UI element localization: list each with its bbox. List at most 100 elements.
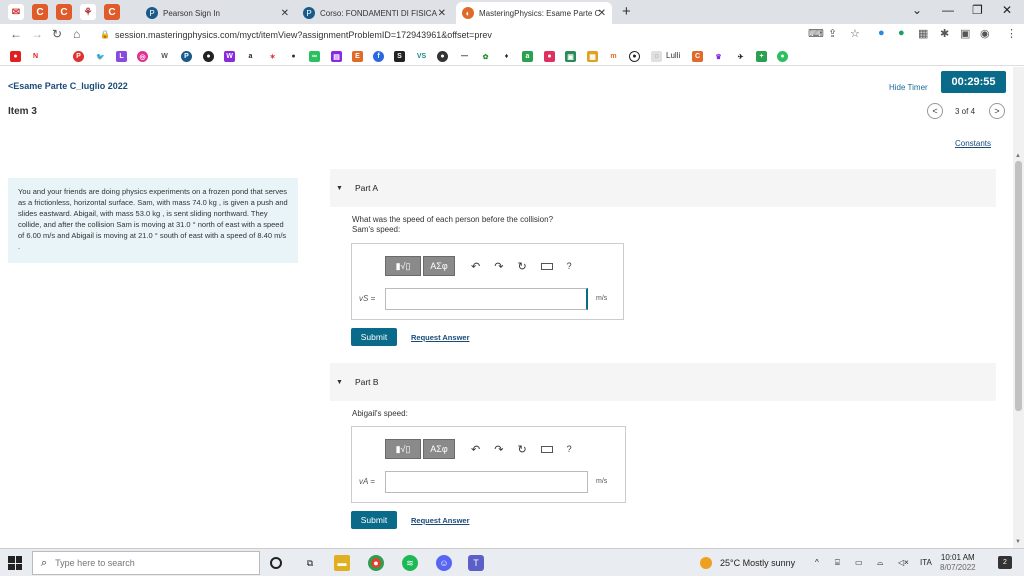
chrome-icon[interactable]: ● <box>368 555 384 571</box>
restore-icon[interactable]: ❐ <box>972 3 983 17</box>
bookmark-icon[interactable]: ♛ <box>713 51 724 62</box>
bookmark-icon[interactable]: ▣ <box>565 51 576 62</box>
bookmark-icon[interactable]: ● <box>629 51 640 62</box>
bookmark-icon[interactable]: ● <box>10 51 21 62</box>
hide-timer-link[interactable]: Hide Timer <box>889 83 928 92</box>
constants-link[interactable]: Constants <box>955 139 991 148</box>
tab-icon-c3[interactable]: C <box>104 4 120 20</box>
bookmark-icon[interactable]: ▤ <box>331 51 342 62</box>
volume-icon[interactable]: ◁× <box>898 558 909 567</box>
templates-button[interactable]: ▮√▯ <box>385 439 421 459</box>
tab-corso-fisica[interactable]: P Corso: FONDAMENTI DI FISICA ✕ <box>297 2 452 24</box>
part-a-request-answer-link[interactable]: Request Answer <box>411 333 470 342</box>
weather-widget[interactable]: 25°C Mostly sunny <box>700 557 795 569</box>
notification-icon[interactable]: 2 <box>998 556 1012 569</box>
bookmark-icon[interactable]: ● <box>203 51 214 62</box>
bookmark-icon[interactable]: ♦ <box>501 51 512 62</box>
scroll-down-icon[interactable]: ▼ <box>1015 539 1021 545</box>
spotify-icon[interactable]: ≋ <box>402 555 418 571</box>
bookmark-icon[interactable]: L <box>116 51 127 62</box>
part-b-header[interactable]: ▼ Part B <box>330 363 996 401</box>
close-icon[interactable]: ✕ <box>598 8 606 19</box>
url-field[interactable]: 🔒 session.masteringphysics.com/myct/item… <box>100 26 860 43</box>
reset-icon[interactable]: ↻ <box>517 443 526 456</box>
bookmark-icon[interactable]: P <box>181 51 192 62</box>
redo-icon[interactable]: ↷ <box>494 260 503 273</box>
scroll-up-icon[interactable]: ▲ <box>1015 153 1021 159</box>
symbols-button[interactable]: ΑΣφ <box>423 439 455 459</box>
part-a-submit-button[interactable]: Submit <box>351 328 397 346</box>
bookmark-icon[interactable]: ✈ <box>735 51 746 62</box>
cortana-icon[interactable] <box>270 557 282 569</box>
tab-icon-3[interactable]: ⚘ <box>80 4 96 20</box>
bookmark-icon[interactable]: C <box>692 51 703 62</box>
bookmark-icon[interactable]: ✶ <box>267 51 278 62</box>
windows-start-icon[interactable] <box>8 556 22 570</box>
bookmark-star-icon[interactable]: ☆ <box>850 27 860 40</box>
bookmark-icon[interactable]: P <box>73 51 84 62</box>
bookmark-icon[interactable]: ● <box>288 51 299 62</box>
part-b-submit-button[interactable]: Submit <box>351 511 397 529</box>
bookmark-icon[interactable]: VS <box>416 51 427 62</box>
bookmark-icon[interactable]: W <box>159 51 170 62</box>
teams-icon[interactable]: T <box>468 555 484 571</box>
symbols-button[interactable]: ΑΣφ <box>423 256 455 276</box>
undo-icon[interactable]: ↶ <box>471 443 480 456</box>
part-a-header[interactable]: ▼ Part A <box>330 169 996 207</box>
profile-avatar-icon[interactable]: ◉ <box>980 27 990 40</box>
network-icon[interactable]: ⌸ <box>835 558 840 568</box>
bookmark-icon[interactable]: ▦ <box>587 51 598 62</box>
sidebar-icon[interactable]: ▣ <box>960 27 970 40</box>
part-a-answer-input[interactable] <box>385 288 588 310</box>
extensions-puzzle-icon[interactable]: ✱ <box>940 27 949 40</box>
forward-icon[interactable]: → <box>31 27 43 41</box>
bookmark-icon[interactable]: ∞ <box>309 51 320 62</box>
task-view-icon[interactable]: ⧉ <box>302 555 318 571</box>
bookmark-icon[interactable]: ● <box>437 51 448 62</box>
reload-icon[interactable]: ↻ <box>52 27 62 41</box>
bookmark-icon[interactable]: ● <box>544 51 555 62</box>
tab-icon-c2[interactable]: C <box>56 4 72 20</box>
bookmark-icon[interactable]: m <box>608 51 619 62</box>
page-scrollbar[interactable]: ▲ ▼ <box>1013 67 1024 548</box>
tab-search-icon[interactable]: ⌄ <box>912 3 922 17</box>
battery-icon[interactable]: ▭ <box>855 558 863 567</box>
gmail-icon[interactable]: ✉ <box>8 4 24 20</box>
bookmark-icon[interactable]: — <box>459 51 470 62</box>
new-tab-icon[interactable]: + <box>622 3 631 20</box>
prev-item-button[interactable]: < <box>927 103 943 119</box>
language-indicator[interactable]: ITA <box>920 558 932 567</box>
share-icon[interactable]: ⇪ <box>828 27 837 40</box>
file-explorer-icon[interactable]: ▬ <box>334 555 350 571</box>
help-icon[interactable]: ? <box>567 261 572 271</box>
bookmark-icon[interactable]: ✿ <box>480 51 491 62</box>
menu-icon[interactable]: ⋮ <box>1006 27 1017 40</box>
bookmark-lulli[interactable]: Lulli <box>666 51 680 60</box>
bookmark-icon[interactable]: a <box>522 51 533 62</box>
part-b-request-answer-link[interactable]: Request Answer <box>411 516 470 525</box>
bookmark-icon[interactable]: S <box>394 51 405 62</box>
keyboard-icon[interactable] <box>540 445 553 453</box>
bookmark-icon[interactable]: W <box>224 51 235 62</box>
redo-icon[interactable]: ↷ <box>494 443 503 456</box>
tab-icon-c1[interactable]: C <box>32 4 48 20</box>
bookmark-icon[interactable]: N <box>30 51 41 62</box>
close-icon[interactable]: ✕ <box>281 8 289 19</box>
scroll-thumb[interactable] <box>1015 161 1022 411</box>
next-item-button[interactable]: > <box>989 103 1005 119</box>
tab-mastering-physics[interactable]: ◐ MasteringPhysics: Esame Parte C ✕ <box>456 2 612 24</box>
part-b-answer-input[interactable] <box>385 471 588 493</box>
bookmark-icon[interactable]: ◎ <box>137 51 148 62</box>
extension-icon-2[interactable]: ● <box>898 27 905 39</box>
taskbar-search[interactable]: ⌕ <box>32 551 260 575</box>
bookmark-icon[interactable]: 🐦 <box>95 51 106 62</box>
bookmark-icon[interactable]: ● <box>777 51 788 62</box>
discord-icon[interactable]: ☺ <box>436 555 452 571</box>
tab-pearson-sign-in[interactable]: P Pearson Sign In ✕ <box>140 2 295 24</box>
bookmark-icon[interactable]: E <box>352 51 363 62</box>
bookmark-icon[interactable]: f <box>373 51 384 62</box>
close-window-icon[interactable]: ✕ <box>1002 3 1012 17</box>
extension-icon-3[interactable]: ▦ <box>918 27 928 40</box>
templates-button[interactable]: ▮√▯ <box>385 256 421 276</box>
breadcrumb[interactable]: <Esame Parte C_luglio 2022 <box>8 81 128 91</box>
